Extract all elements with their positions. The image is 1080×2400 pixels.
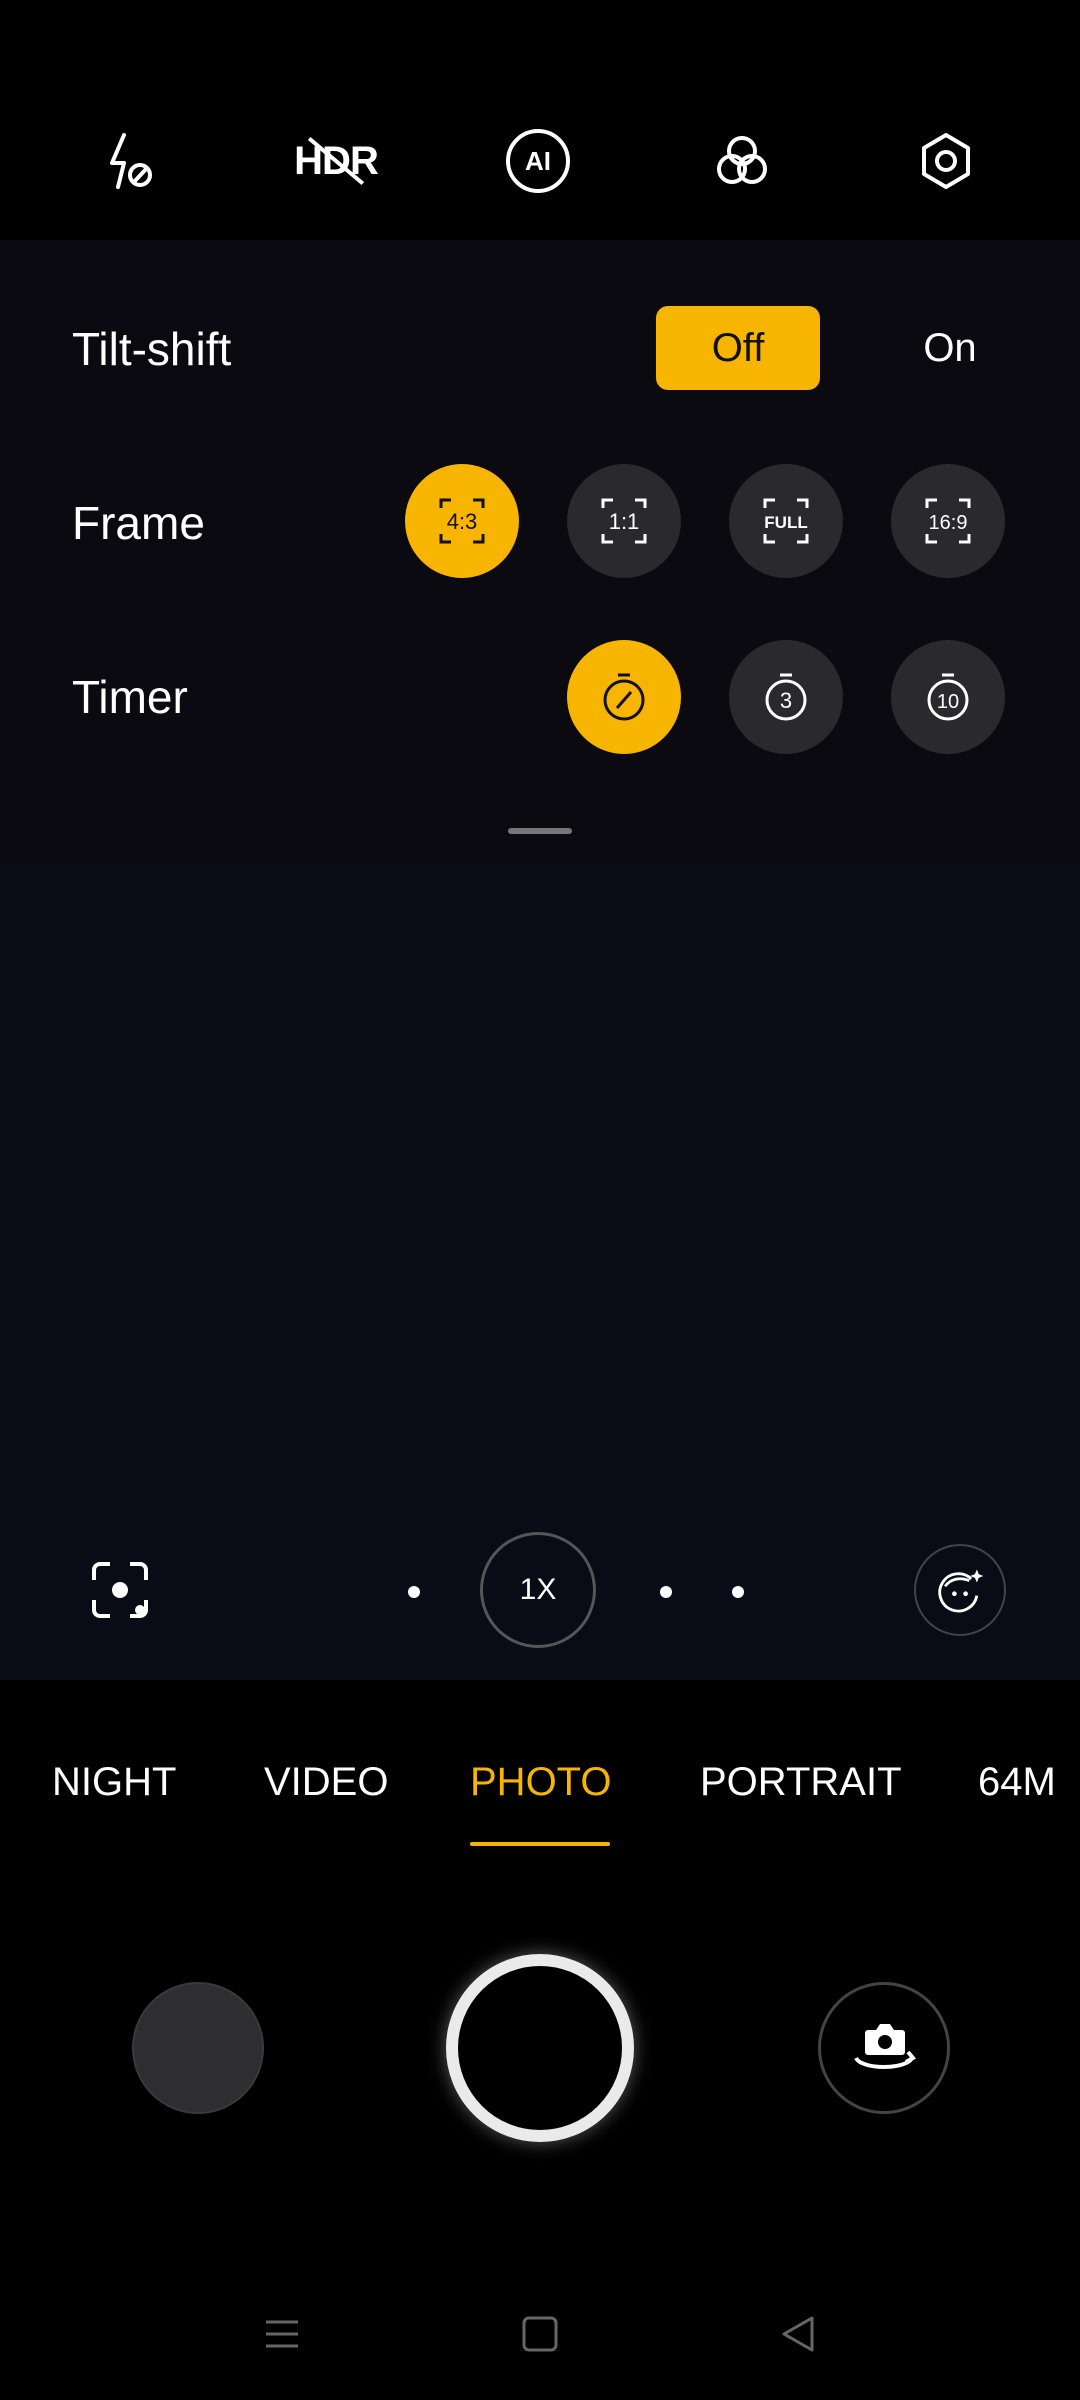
back-icon[interactable] xyxy=(774,2310,822,2358)
ai-label: AI xyxy=(506,129,570,193)
menu-icon[interactable] xyxy=(258,2310,306,2358)
beauty-mode-button[interactable] xyxy=(914,1544,1006,1636)
beauty-face-icon xyxy=(938,1569,984,1613)
zoom-dot-2x[interactable] xyxy=(660,1586,672,1598)
shutter-button[interactable] xyxy=(446,1954,634,2142)
frame-1-1-icon: 1:1 xyxy=(601,498,647,544)
mode-portrait[interactable]: PORTRAIT xyxy=(700,1760,902,1805)
timer-10s-button[interactable]: 10 xyxy=(891,640,1005,754)
active-mode-indicator xyxy=(470,1842,610,1846)
panel-drag-handle[interactable] xyxy=(508,828,572,834)
mode-64m[interactable]: 64M xyxy=(978,1760,1056,1805)
frame-full-text: FULL xyxy=(764,513,807,532)
mode-night[interactable]: NIGHT xyxy=(52,1760,176,1805)
tilt-shift-label: Tilt-shift xyxy=(72,323,232,375)
frame-full-icon: FULL xyxy=(763,498,809,544)
timer-3s-text: 3 xyxy=(780,688,792,713)
zoom-dot-tele[interactable] xyxy=(732,1586,744,1598)
switch-camera-button[interactable] xyxy=(818,1982,950,2114)
frame-4-3-icon: 4:3 xyxy=(439,498,485,544)
frame-16-9-icon: 16:9 xyxy=(925,498,971,544)
frame-1-1-text: 1:1 xyxy=(609,509,640,534)
flash-off-icon[interactable] xyxy=(94,125,166,197)
timer-10s-text: 10 xyxy=(937,691,959,713)
switch-camera-icon xyxy=(854,2024,917,2069)
ai-button[interactable]: AI xyxy=(502,125,574,197)
frame-label: Frame xyxy=(72,497,205,549)
frame-4-3-text: 4:3 xyxy=(447,509,478,534)
zoom-1x-button[interactable]: 1X xyxy=(480,1532,596,1648)
home-icon[interactable] xyxy=(516,2310,564,2358)
frame-1-1-button[interactable]: 1:1 xyxy=(567,464,681,578)
frame-full-button[interactable]: FULL xyxy=(729,464,843,578)
timer-3s-button[interactable]: 3 xyxy=(729,640,843,754)
google-lens-icon[interactable] xyxy=(84,1554,156,1626)
zoom-dot-wide[interactable] xyxy=(408,1586,420,1598)
gallery-thumbnail[interactable] xyxy=(132,1982,264,2114)
mode-photo[interactable]: PHOTO xyxy=(470,1760,612,1805)
timer-off-button[interactable] xyxy=(567,640,681,754)
mode-video[interactable]: VIDEO xyxy=(264,1760,388,1805)
filters-icon[interactable] xyxy=(706,125,778,197)
timer-off-icon xyxy=(603,673,645,721)
frame-16-9-button[interactable]: 16:9 xyxy=(891,464,1005,578)
settings-icon[interactable] xyxy=(910,125,982,197)
timer-3s-icon: 3 xyxy=(765,673,807,721)
timer-10s-icon: 10 xyxy=(927,673,969,721)
frame-16-9-text: 16:9 xyxy=(929,512,968,534)
mode-selector: NIGHT VIDEO PHOTO PORTRAIT 64M xyxy=(0,1760,1080,1840)
hdr-button[interactable]: HDR xyxy=(294,125,379,197)
timer-label: Timer xyxy=(72,671,188,723)
tilt-shift-on-button[interactable]: On xyxy=(880,306,1020,390)
top-toolbar: HDR AI xyxy=(0,0,1080,240)
tilt-shift-off-button[interactable]: Off xyxy=(656,306,820,390)
frame-4-3-button[interactable]: 4:3 xyxy=(405,464,519,578)
